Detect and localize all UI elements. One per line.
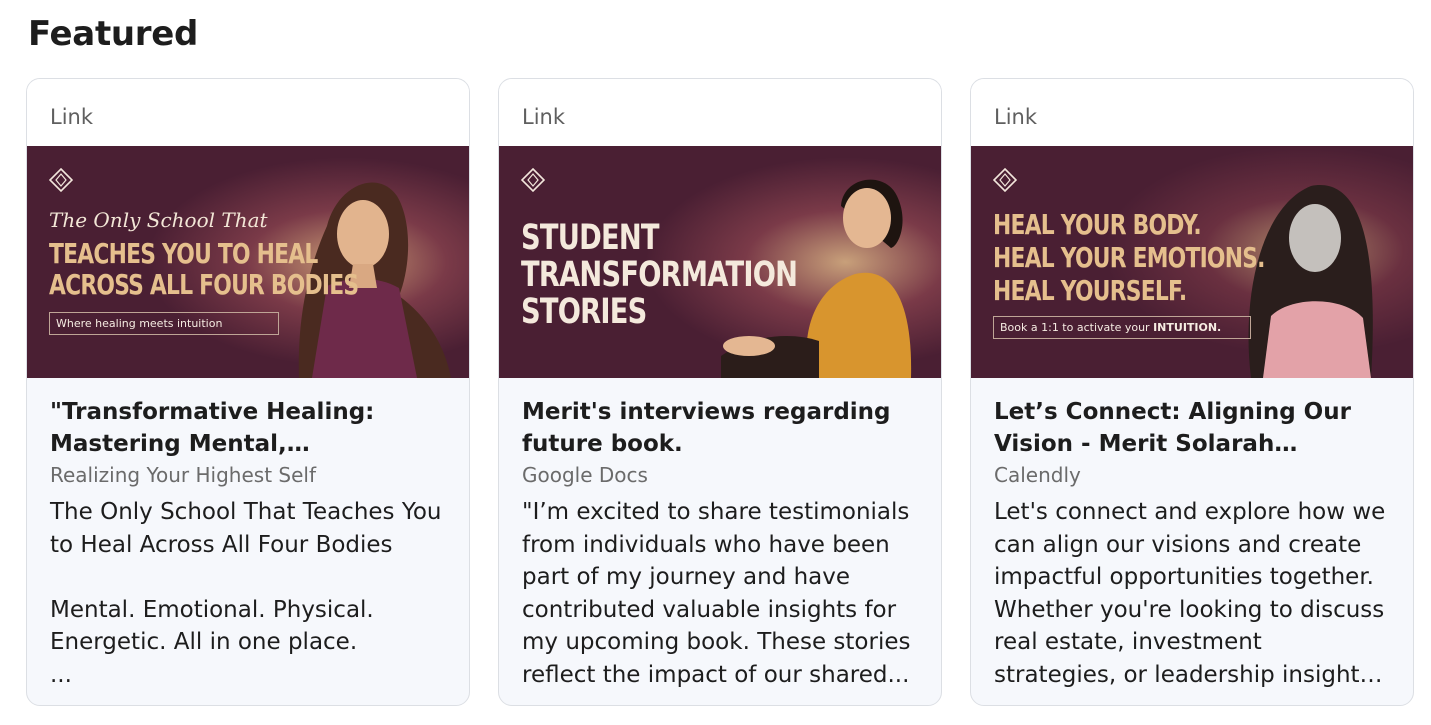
- banner-tagline-text: Book a 1:1 to activate your: [1000, 321, 1154, 334]
- banner-headline-line: HEAL YOURSELF.: [993, 274, 1187, 308]
- card-type-label: Link: [499, 79, 941, 146]
- banner-headline: TEACHES YOU TO HEAL ACROSS ALL FOUR BODI…: [49, 237, 359, 302]
- brand-logo-icon: [993, 168, 1017, 192]
- card-description: Let's connect and explore how we can ali…: [994, 499, 1386, 688]
- card-source: Realizing Your Highest Self: [50, 463, 316, 487]
- card-type-label: Link: [27, 79, 469, 146]
- banner-headline-line: TRANSFORMATION: [521, 255, 798, 296]
- banner-headline: HEAL YOUR BODY. HEAL YOUR EMOTIONS. HEAL…: [993, 208, 1265, 307]
- card-banner-image[interactable]: STUDENT TRANSFORMATION STORIES: [499, 146, 941, 378]
- brand-logo-icon: [49, 168, 73, 192]
- banner-headline-line: HEAL YOUR BODY.: [993, 208, 1202, 241]
- card-title[interactable]: Let’s Connect: Aligning Our Vision - Mer…: [994, 396, 1391, 460]
- banner-headline-line: STORIES: [521, 292, 647, 333]
- card-body: "Transformative Healing: Mastering Menta…: [27, 378, 469, 691]
- banner-tagline-emphasis: INTUITION.: [1153, 321, 1222, 334]
- brand-logo-icon: [521, 168, 545, 192]
- card-banner-image[interactable]: HEAL YOUR BODY. HEAL YOUR EMOTIONS. HEAL…: [971, 146, 1413, 378]
- card-type-label: Link: [971, 79, 1413, 146]
- card-description: The Only School That Teaches You to Heal…: [50, 499, 442, 688]
- banner-headline-line: ACROSS ALL FOUR BODIES: [49, 268, 359, 302]
- banner-headline-line: HEAL YOUR EMOTIONS.: [993, 241, 1265, 275]
- featured-card[interactable]: Link: [970, 78, 1414, 706]
- banner-script-text: The Only School That: [49, 208, 268, 232]
- banner-headline: STUDENT TRANSFORMATION STORIES: [521, 218, 798, 333]
- section-title: Featured: [28, 14, 199, 54]
- card-body: Let’s Connect: Aligning Our Vision - Mer…: [971, 378, 1413, 691]
- banner-tagline: Where healing meets intuition: [49, 312, 279, 335]
- card-source: Google Docs: [522, 463, 648, 487]
- card-source: Calendly: [994, 463, 1081, 487]
- banner-headline-line: STUDENT: [521, 218, 660, 258]
- banner-tagline: Book a 1:1 to activate your INTUITION.: [993, 316, 1251, 339]
- card-description: "I’m excited to share testimonials from …: [522, 499, 911, 688]
- featured-card[interactable]: Link: [498, 78, 942, 706]
- card-body: Merit's interviews regarding future book…: [499, 378, 941, 691]
- card-title[interactable]: "Transformative Healing: Mastering Menta…: [50, 396, 447, 460]
- featured-card[interactable]: Link: [26, 78, 470, 706]
- card-banner-image[interactable]: The Only School That TEACHES YOU TO HEAL…: [27, 146, 469, 378]
- featured-section: Featured Link The Only School That TEACH…: [0, 0, 1431, 725]
- card-title[interactable]: Merit's interviews regarding future book…: [522, 396, 919, 460]
- featured-cards: Link The Only School That TEACHES YOU TO…: [26, 78, 1414, 706]
- banner-headline-line: TEACHES YOU TO HEAL: [49, 237, 318, 270]
